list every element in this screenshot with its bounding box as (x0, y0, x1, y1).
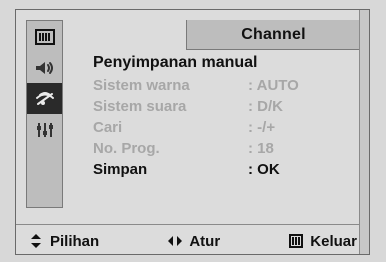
footer-divider (16, 224, 369, 225)
updown-arrows-icon (28, 233, 44, 249)
setting-label: Simpan (93, 161, 148, 178)
rail-item-sound[interactable] (27, 52, 62, 83)
tv-osd-screen: Channel Penyimpanan manual Sistem warna … (0, 0, 386, 262)
footer-hint-exit: Keluar (288, 233, 357, 250)
rail-item-picture[interactable] (27, 21, 62, 52)
setting-label: Sistem warna (93, 77, 190, 94)
footer-hint-adjust: Atur (167, 233, 220, 250)
footer-hint-label: Atur (189, 232, 221, 250)
page-title: Channel (241, 25, 306, 43)
setting-value: : -/+ (248, 119, 276, 136)
setting-row-program-number: No. Prog. : 18 (93, 138, 343, 159)
settings-list: Sistem warna : AUTO Sistem suara : D/K C… (93, 75, 343, 180)
setting-value: : D/K (248, 98, 283, 115)
rail-spacer (27, 176, 62, 207)
footer-hint-select: Pilihan (28, 233, 99, 250)
antenna-icon (34, 89, 56, 109)
section-title: Penyimpanan manual (93, 54, 258, 71)
setting-value: : AUTO (248, 77, 299, 94)
footer-hint-label: Keluar (310, 232, 357, 250)
picture-icon (34, 28, 55, 45)
setting-row-store[interactable]: Simpan : OK (93, 159, 343, 180)
rail-item-channel[interactable] (27, 83, 62, 114)
setting-label: Cari (93, 119, 123, 136)
setting-value: : 18 (248, 140, 274, 157)
channel-menu-content: Penyimpanan manual Sistem warna : AUTO S… (93, 53, 343, 180)
setting-label: No. Prog. (93, 140, 160, 157)
setup-sliders-icon (34, 121, 56, 139)
menu-icon (288, 233, 304, 249)
sound-icon (34, 59, 56, 77)
menu-category-rail (26, 20, 63, 208)
menu-header: Channel (186, 20, 360, 50)
rail-spacer (27, 145, 62, 176)
osd-window: Channel Penyimpanan manual Sistem warna … (15, 9, 370, 255)
footer-hint-label: Pilihan (50, 232, 100, 250)
leftright-arrows-icon (167, 233, 183, 249)
rail-item-setup[interactable] (27, 114, 62, 145)
setting-row-search: Cari : -/+ (93, 117, 343, 138)
window-right-shadow (359, 10, 369, 254)
setting-label: Sistem suara (93, 98, 187, 115)
setting-row-color-system: Sistem warna : AUTO (93, 75, 343, 96)
setting-row-sound-system: Sistem suara : D/K (93, 96, 343, 117)
footer-hints: Pilihan Atur Keluar (28, 230, 357, 252)
setting-value: : OK (248, 161, 280, 178)
